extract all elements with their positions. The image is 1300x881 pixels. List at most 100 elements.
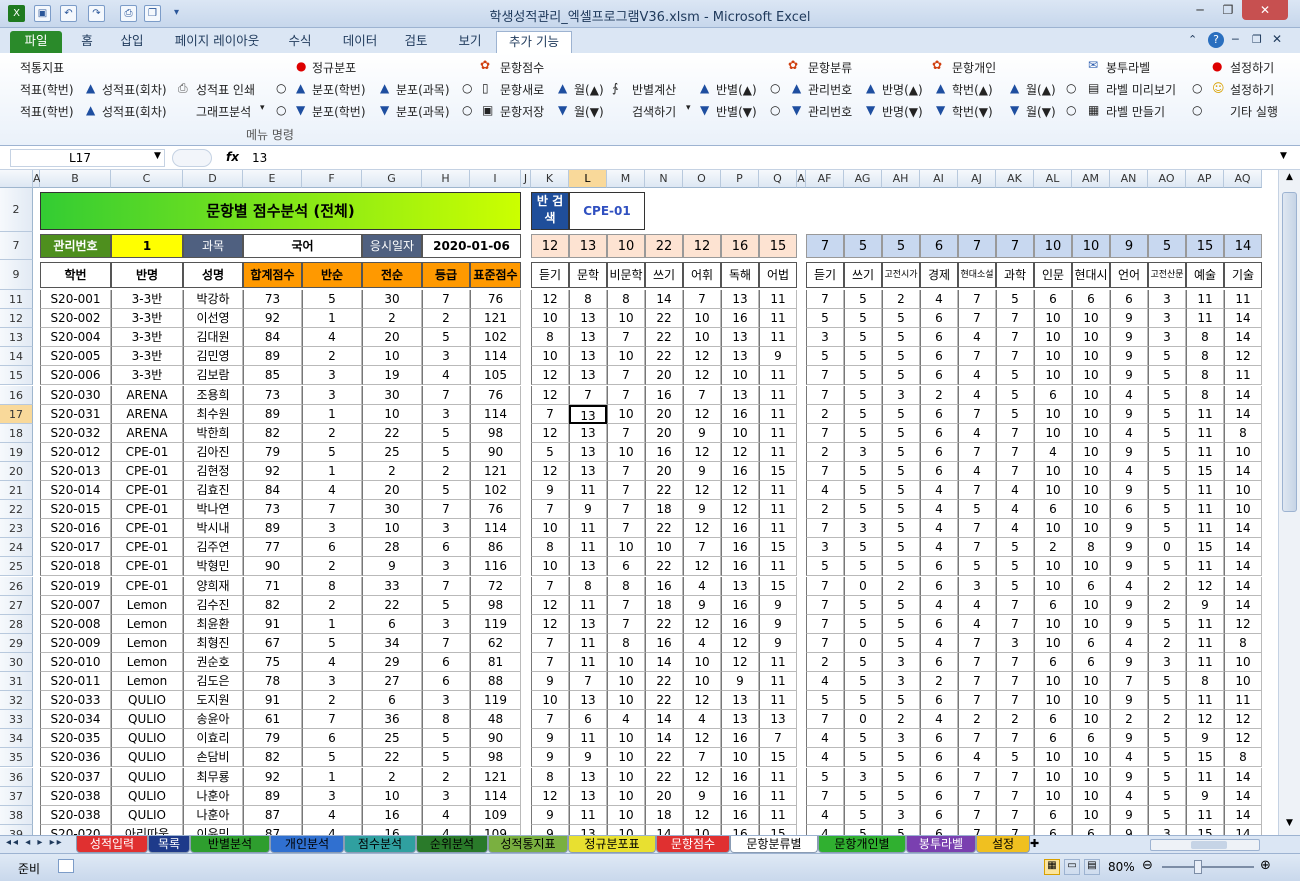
data-cell[interactable]: 5 bbox=[882, 519, 920, 539]
active-cell[interactable]: 13 bbox=[569, 404, 607, 424]
data-cell[interactable]: 6 bbox=[1034, 805, 1072, 825]
data-cell[interactable]: 5 bbox=[882, 691, 920, 711]
data-cell[interactable]: 5 bbox=[958, 557, 996, 577]
data-cell[interactable]: Lemon bbox=[111, 595, 183, 615]
data-cell[interactable]: 62 bbox=[470, 633, 521, 653]
data-cell[interactable]: 7 bbox=[422, 385, 470, 405]
data-cell[interactable]: 5 bbox=[422, 595, 470, 615]
data-cell[interactable]: 2 bbox=[422, 309, 470, 329]
row-header[interactable]: 21 bbox=[0, 481, 33, 501]
max-score-cell[interactable]: 10 bbox=[1072, 234, 1110, 258]
data-cell[interactable]: 16 bbox=[721, 404, 759, 424]
data-cell[interactable]: 12 bbox=[531, 595, 569, 615]
data-cell[interactable]: 13 bbox=[721, 691, 759, 711]
data-cell[interactable]: 9 bbox=[569, 748, 607, 768]
data-cell[interactable]: S20-038 bbox=[40, 786, 111, 806]
data-cell[interactable]: 81 bbox=[470, 652, 521, 672]
data-cell[interactable]: 3 bbox=[422, 614, 470, 634]
row-header[interactable]: 25 bbox=[0, 557, 33, 577]
data-cell[interactable]: 12 bbox=[683, 404, 721, 424]
data-cell[interactable]: 5 bbox=[1148, 519, 1186, 539]
data-cell[interactable]: 6 bbox=[920, 347, 958, 367]
data-cell[interactable]: 98 bbox=[470, 595, 521, 615]
data-cell[interactable]: 5 bbox=[882, 767, 920, 787]
menu-item[interactable]: 반명(▼) bbox=[882, 103, 923, 120]
data-cell[interactable]: 10 bbox=[1224, 481, 1262, 501]
data-cell[interactable]: 3 bbox=[1148, 328, 1186, 348]
data-cell[interactable]: 1 bbox=[302, 404, 362, 424]
data-cell[interactable]: 6 bbox=[920, 423, 958, 443]
data-cell[interactable]: 4 bbox=[422, 805, 470, 825]
dropdown-arrow-icon[interactable]: ▾ bbox=[260, 103, 265, 113]
sheet-tab[interactable]: 문항개인별 bbox=[818, 836, 906, 853]
data-cell[interactable]: S20-013 bbox=[40, 461, 111, 481]
data-cell[interactable]: 7 bbox=[759, 729, 797, 749]
data-cell[interactable]: 11 bbox=[1186, 652, 1224, 672]
data-cell[interactable]: 3 bbox=[882, 729, 920, 749]
data-cell[interactable]: 11 bbox=[1186, 423, 1224, 443]
data-cell[interactable]: 5 bbox=[422, 748, 470, 768]
data-cell[interactable]: 5 bbox=[882, 461, 920, 481]
data-cell[interactable]: 11 bbox=[569, 652, 607, 672]
data-cell[interactable]: 25 bbox=[362, 729, 422, 749]
sheet-tab[interactable]: 문항점수 bbox=[656, 836, 730, 853]
data-cell[interactable]: 5 bbox=[844, 366, 882, 386]
data-cell[interactable]: 11 bbox=[759, 767, 797, 787]
data-cell[interactable]: 4 bbox=[1110, 423, 1148, 443]
data-cell[interactable]: 7 bbox=[806, 385, 844, 405]
sheet-nav-icon[interactable]: ◂◂ ◂ ▸ ▸▸ bbox=[6, 837, 64, 848]
data-cell[interactable]: 3 bbox=[844, 442, 882, 462]
data-cell[interactable]: 5 bbox=[996, 538, 1034, 558]
data-cell[interactable]: 7 bbox=[996, 423, 1034, 443]
radio-icon[interactable]: ○ bbox=[462, 103, 472, 117]
data-cell[interactable]: 7 bbox=[958, 481, 996, 501]
column-header[interactable]: H bbox=[422, 170, 470, 188]
row-header[interactable]: 20 bbox=[0, 461, 33, 481]
data-cell[interactable]: 6 bbox=[422, 652, 470, 672]
column-header[interactable]: D bbox=[183, 170, 243, 188]
data-cell[interactable]: 22 bbox=[645, 748, 683, 768]
column-header[interactable]: O bbox=[683, 170, 721, 188]
data-cell[interactable]: 20 bbox=[362, 328, 422, 348]
data-cell[interactable]: 13 bbox=[721, 290, 759, 310]
data-cell[interactable]: 0 bbox=[1148, 538, 1186, 558]
data-cell[interactable]: 4 bbox=[806, 481, 844, 501]
data-cell[interactable]: 7 bbox=[996, 691, 1034, 711]
row-header[interactable]: 12 bbox=[0, 309, 33, 329]
column-label[interactable]: 학번 bbox=[40, 262, 111, 288]
sheet-tab[interactable]: 점수분석 bbox=[344, 836, 416, 853]
data-cell[interactable]: S20-012 bbox=[40, 442, 111, 462]
data-cell[interactable]: 5 bbox=[996, 404, 1034, 424]
column-label[interactable]: 기술 bbox=[1224, 262, 1262, 288]
data-cell[interactable]: 18 bbox=[645, 805, 683, 825]
data-cell[interactable]: 11 bbox=[569, 519, 607, 539]
data-cell[interactable]: 2 bbox=[302, 557, 362, 577]
data-cell[interactable]: 73 bbox=[243, 500, 302, 520]
data-cell[interactable]: 6 bbox=[1072, 729, 1110, 749]
data-cell[interactable]: 10 bbox=[1072, 423, 1110, 443]
radio-icon[interactable]: ○ bbox=[462, 81, 472, 95]
data-cell[interactable]: 13 bbox=[569, 691, 607, 711]
data-cell[interactable]: 7 bbox=[422, 576, 470, 596]
data-cell[interactable]: 9 bbox=[1110, 442, 1148, 462]
data-cell[interactable]: 5 bbox=[844, 557, 882, 577]
data-cell[interactable]: 7 bbox=[422, 290, 470, 310]
max-score-cell[interactable]: 5 bbox=[882, 234, 920, 258]
data-cell[interactable]: 10 bbox=[1224, 500, 1262, 520]
data-cell[interactable]: 10 bbox=[1224, 652, 1262, 672]
max-score-cell[interactable]: 12 bbox=[683, 234, 721, 258]
data-cell[interactable]: 5 bbox=[1148, 423, 1186, 443]
zoom-level[interactable]: 80% bbox=[1108, 860, 1135, 874]
data-cell[interactable]: 조용희 bbox=[183, 385, 243, 405]
sheet-tab[interactable]: 정규분포표 bbox=[568, 836, 656, 853]
data-cell[interactable]: 10 bbox=[721, 423, 759, 443]
data-cell[interactable]: 13 bbox=[569, 366, 607, 386]
data-cell[interactable]: 14 bbox=[1224, 461, 1262, 481]
data-cell[interactable]: 박한희 bbox=[183, 423, 243, 443]
data-cell[interactable]: 11 bbox=[759, 500, 797, 520]
data-cell[interactable]: QULIO bbox=[111, 691, 183, 711]
data-cell[interactable]: 박나연 bbox=[183, 500, 243, 520]
data-cell[interactable]: 9 bbox=[1110, 805, 1148, 825]
data-cell[interactable]: CPE-01 bbox=[111, 500, 183, 520]
data-cell[interactable]: 10 bbox=[1034, 557, 1072, 577]
